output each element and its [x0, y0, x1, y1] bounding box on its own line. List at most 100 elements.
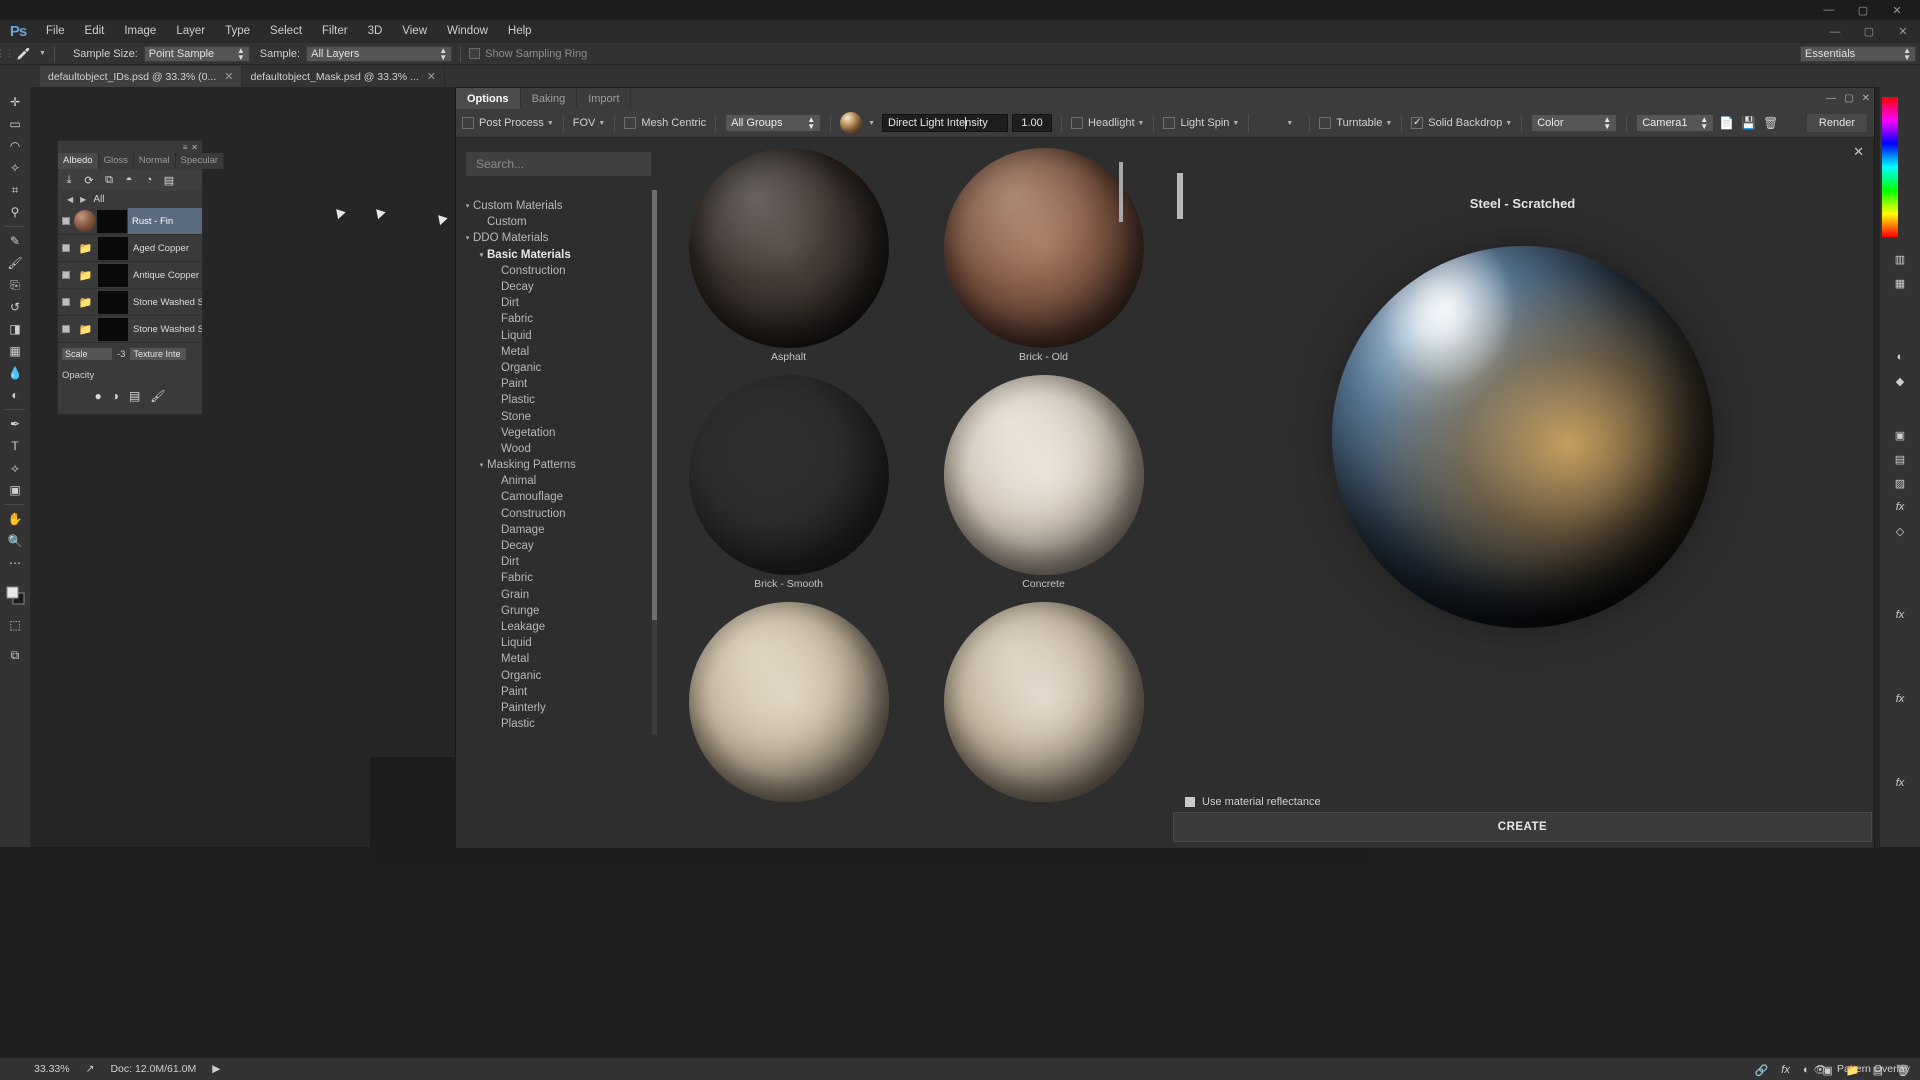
camera-select[interactable]: Camera1 ▲ ▼	[1636, 114, 1715, 132]
direct-light-intensity-field[interactable]: Direct Light Intensity	[882, 114, 1009, 132]
chevron-down-icon[interactable]: ▾	[462, 202, 473, 210]
tree-node-liquid[interactable]: Liquid	[456, 328, 661, 344]
add-mask-icon[interactable]: ◓	[122, 173, 136, 187]
tree-node-masking-patterns[interactable]: ▾ Masking Patterns	[456, 457, 661, 473]
maximize-icon[interactable]: ▢	[1844, 93, 1853, 104]
checkbox-icon[interactable]	[1185, 797, 1195, 807]
close-icon[interactable]: ✕	[1853, 144, 1864, 160]
tree-node-custom[interactable]: Custom	[456, 214, 661, 230]
material-cell[interactable]: Brick - Old	[916, 148, 1171, 375]
chevron-down-icon[interactable]: ▼	[1138, 120, 1145, 127]
material-thumbnail[interactable]	[689, 375, 889, 575]
tree-scrollbar[interactable]	[652, 190, 657, 735]
mesh-centric-checkbox[interactable]	[624, 117, 637, 129]
chevron-down-icon[interactable]: ▼	[1385, 120, 1392, 127]
tree-node-plastic[interactable]: Plastic	[456, 392, 661, 408]
menu-help[interactable]: Help	[498, 20, 542, 43]
share-icon[interactable]: ↗	[78, 1063, 103, 1075]
save-camera-icon[interactable]: 💾	[1739, 114, 1758, 133]
groups-select[interactable]: All Groups ▲ ▼	[725, 114, 822, 132]
layer-row[interactable]: 📁 Stone Washed S	[58, 316, 202, 343]
tree-node-organic[interactable]: Organic	[456, 667, 661, 683]
layer-row[interactable]: 📁 Stone Washed S	[58, 289, 202, 316]
layer-visibility-toggle[interactable]	[58, 217, 74, 225]
link-icon[interactable]: 🔗	[1755, 1064, 1769, 1077]
material-cell[interactable]	[916, 602, 1171, 829]
tree-node-dirt[interactable]: Dirt	[456, 295, 661, 311]
tree-node-basic-materials[interactable]: ▾ Basic Materials	[456, 247, 661, 263]
menu-edit[interactable]: Edit	[75, 20, 115, 43]
properties-icon[interactable]: ▣	[1886, 423, 1914, 447]
chevron-down-icon[interactable]: ▾	[462, 234, 473, 242]
tree-node-vegetation[interactable]: Vegetation	[456, 425, 661, 441]
circle-icon[interactable]: ●	[94, 389, 101, 403]
status-expand-icon[interactable]: ▶	[204, 1063, 228, 1075]
half-circle-icon[interactable]: ◑	[112, 389, 119, 403]
fx-icon[interactable]: fx	[1886, 495, 1914, 519]
tab-import[interactable]: Import	[577, 88, 632, 109]
clone-stamp-icon[interactable]: ⎘	[2, 274, 28, 296]
layer-visibility-toggle[interactable]	[58, 298, 74, 306]
window-minimize-button[interactable]: —	[1812, 0, 1846, 20]
document-tab-mask[interactable]: defaultobject_Mask.psd @ 33.3% ... ✕	[242, 66, 445, 87]
turntable-checkbox[interactable]	[1319, 117, 1332, 129]
material-ball-icon[interactable]	[840, 112, 863, 134]
chevron-down-icon[interactable]: ▼	[868, 120, 875, 127]
material-thumbnail[interactable]	[688, 602, 889, 802]
tree-node-wood[interactable]: Wood	[456, 441, 661, 457]
tree-node-stone[interactable]: Stone	[456, 408, 661, 424]
scale-label[interactable]: Scale	[61, 347, 113, 361]
zoom-level[interactable]: 33.33%	[0, 1063, 78, 1075]
eyedropper-icon[interactable]	[10, 43, 36, 65]
panel-close-icon[interactable]: ✕	[191, 143, 198, 152]
tree-node-grain[interactable]: Grain	[456, 587, 661, 603]
pen-icon[interactable]: ✒	[2, 413, 28, 435]
adjustments-icon[interactable]: ◐	[1886, 345, 1914, 369]
grid-scrollbar[interactable]	[1119, 162, 1123, 702]
dodge-icon[interactable]: ◐	[2, 384, 28, 406]
tree-node-fabric[interactable]: Fabric	[456, 311, 661, 327]
fx-icon[interactable]: fx	[1781, 1064, 1790, 1077]
import-icon[interactable]: ⤓	[62, 173, 76, 187]
screen-mode-icon[interactable]: ⧉	[2, 644, 28, 666]
fx-icon[interactable]: fx	[1886, 687, 1914, 711]
tree-node-fabric[interactable]: Fabric	[456, 570, 661, 586]
histogram-icon[interactable]: ▥	[1886, 247, 1914, 271]
tree-node-ddo-materials[interactable]: ▾ DDO Materials	[456, 230, 661, 246]
material-thumbnail[interactable]	[943, 375, 1144, 575]
chevron-down-icon[interactable]: ▾	[476, 461, 487, 469]
texture-intensity-label[interactable]: Texture Inte	[129, 347, 188, 361]
show-sampling-ring-checkbox[interactable]	[469, 48, 481, 59]
backdrop-mode-select[interactable]: Color ▲ ▼	[1531, 114, 1618, 132]
quick-mask-icon[interactable]: ⬚	[2, 614, 28, 636]
app-close-button[interactable]: ✕	[1886, 22, 1920, 42]
fx-icon[interactable]: fx	[1886, 603, 1914, 627]
eyedropper-icon[interactable]: ⚲	[2, 201, 28, 223]
tree-node-metal[interactable]: Metal	[456, 651, 661, 667]
group-icon[interactable]: 📁	[1846, 1064, 1860, 1077]
sample-select[interactable]: All Layers ▲ ▼	[306, 45, 453, 62]
use-material-reflectance-row[interactable]: Use material reflectance	[1185, 796, 1321, 808]
new-layer-icon[interactable]: ▤	[1873, 1064, 1883, 1077]
tree-node-construction[interactable]: Construction	[456, 263, 661, 279]
paths-icon[interactable]: ◇	[1886, 519, 1914, 543]
menu-filter[interactable]: Filter	[312, 20, 358, 43]
path-select-icon[interactable]: ⟡	[2, 457, 28, 479]
styles-icon[interactable]: ◆	[1886, 369, 1914, 393]
more-icon[interactable]: ▤	[162, 173, 176, 187]
close-icon[interactable]: ✕	[1862, 93, 1870, 104]
tree-node-construction[interactable]: Construction	[456, 506, 661, 522]
workspace-select[interactable]: Essentials ▲ ▼	[1800, 45, 1916, 62]
tab-options[interactable]: Options	[456, 88, 521, 109]
menu-3d[interactable]: 3D	[358, 20, 393, 43]
tree-node-custom-materials[interactable]: ▾ Custom Materials	[456, 198, 661, 214]
layer-visibility-toggle[interactable]	[58, 271, 74, 279]
add-group-icon[interactable]: ⧉	[102, 173, 116, 187]
tree-node-plastic[interactable]: Plastic	[456, 716, 661, 732]
chevron-down-icon[interactable]: ▼	[1286, 120, 1293, 127]
tree-node-liquid[interactable]: Liquid	[456, 635, 661, 651]
material-cell[interactable]: Concrete	[916, 375, 1171, 602]
light-spin-checkbox[interactable]	[1163, 117, 1176, 129]
menu-image[interactable]: Image	[114, 20, 166, 43]
layer-visibility-toggle[interactable]	[58, 244, 74, 252]
